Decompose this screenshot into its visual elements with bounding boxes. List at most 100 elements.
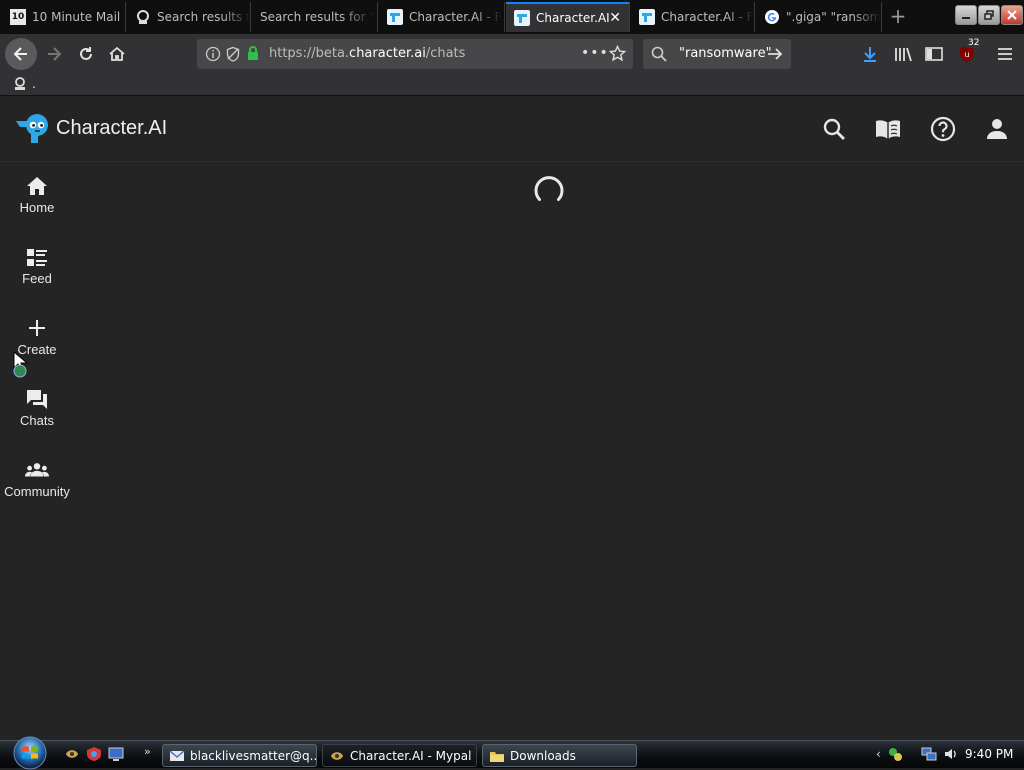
reload-icon xyxy=(80,47,92,60)
character-ai-logo-icon xyxy=(16,114,48,143)
tray-expand-icon[interactable]: ‹ xyxy=(876,747,881,761)
volume-tray-icon[interactable] xyxy=(943,746,959,762)
back-button[interactable] xyxy=(5,38,37,70)
taskbar-button-label: Character.AI - Mypal xyxy=(350,748,472,763)
svg-text:u: u xyxy=(964,50,969,59)
ten-minute-mail-favicon-icon: 10 xyxy=(10,9,26,25)
taskbar-button-email[interactable]: blacklivesmatter@q... xyxy=(162,744,317,767)
restore-button[interactable] xyxy=(978,5,1000,25)
forward-button[interactable] xyxy=(42,42,66,66)
help-icon xyxy=(930,116,956,142)
search-icon xyxy=(823,118,845,140)
info-icon[interactable] xyxy=(205,46,221,66)
window-controls xyxy=(955,5,1023,25)
feed-icon xyxy=(25,245,49,269)
bookmark-item[interactable]: . xyxy=(12,76,36,92)
bookmark-label: . xyxy=(32,77,36,91)
padlock-icon[interactable] xyxy=(246,45,260,65)
nav-item-chats[interactable]: Chats xyxy=(0,375,74,435)
account-button[interactable] xyxy=(983,115,1011,143)
chat-icon xyxy=(25,387,49,411)
nav-item-label: Feed xyxy=(22,271,52,286)
network-tray-icon[interactable] xyxy=(921,746,937,762)
home-button[interactable] xyxy=(105,42,129,66)
search-go-arrow-icon[interactable] xyxy=(767,46,783,66)
library-button[interactable] xyxy=(891,42,915,66)
nav-item-community[interactable]: Community xyxy=(0,446,74,506)
url-bar[interactable]: https://beta.character.ai/chats ••• xyxy=(197,39,633,69)
mouse-cursor-icon xyxy=(13,350,29,378)
start-button[interactable] xyxy=(10,736,50,770)
minimize-button[interactable] xyxy=(955,5,977,25)
tab-title: ".giga" "ransom xyxy=(786,10,881,24)
clock[interactable]: 9:40 PM xyxy=(965,747,1013,761)
back-arrow-icon xyxy=(13,47,27,61)
close-window-button[interactable] xyxy=(1001,5,1023,25)
community-icon xyxy=(25,458,49,482)
bookmarks-toolbar: . xyxy=(0,74,1024,96)
house-icon xyxy=(109,46,125,61)
tab-character-ai-2[interactable]: Character.AI - F xyxy=(631,2,755,32)
quick-launch xyxy=(64,746,124,762)
taskbar-button-downloads[interactable]: Downloads xyxy=(482,744,637,767)
tab-title: Character.AI - F xyxy=(661,10,754,24)
browser-quick-launch-icon[interactable] xyxy=(86,746,102,762)
close-tab-icon[interactable]: ✕ xyxy=(609,10,621,26)
page-content: Character.AI Home Feed Create Chats Comm… xyxy=(0,96,1024,740)
nav-item-home[interactable]: Home xyxy=(0,162,74,222)
google-favicon-icon xyxy=(764,9,780,25)
page-actions-icon[interactable]: ••• xyxy=(581,45,609,61)
tab-character-ai-1[interactable]: Character.AI - F xyxy=(379,2,505,32)
tab-search-results-2[interactable]: Search results for " xyxy=(252,2,378,32)
nav-item-label: Community xyxy=(4,484,70,499)
tracking-protection-icon[interactable] xyxy=(225,46,241,66)
tab-character-ai-active[interactable]: Character.AI ✕ xyxy=(506,2,630,32)
home-icon xyxy=(25,174,49,198)
tab-google-search[interactable]: ".giga" "ransom xyxy=(756,2,882,32)
windows-taskbar: » blacklivesmatter@q... Character.AI - M… xyxy=(0,740,1024,768)
mypal-quick-launch-icon[interactable] xyxy=(64,746,80,762)
url-text: https://beta.character.ai/chats xyxy=(269,46,465,61)
sidebar-icon xyxy=(925,47,943,61)
url-domain: character.ai xyxy=(349,46,426,61)
tab-title: 10 Minute Mail xyxy=(32,10,121,24)
taskbar-button-label: blacklivesmatter@q... xyxy=(190,748,317,763)
search-button[interactable] xyxy=(820,115,848,143)
app-header: Character.AI xyxy=(0,96,1024,162)
account-icon xyxy=(987,119,1007,139)
brand-logo-link[interactable]: Character.AI xyxy=(14,110,167,146)
hamburger-menu-icon xyxy=(998,48,1012,60)
nav-item-feed[interactable]: Feed xyxy=(0,233,74,293)
system-tray: ‹ xyxy=(876,746,959,762)
tab-title: Search results f xyxy=(157,10,250,24)
tab-10-minute-mail[interactable]: 10 10 Minute Mail xyxy=(2,2,126,32)
book-icon xyxy=(876,120,900,139)
search-favicon-icon xyxy=(135,9,151,25)
sidebar-toggle-button[interactable] xyxy=(922,42,946,66)
new-tab-button[interactable]: + xyxy=(884,4,912,30)
security-tray-icon[interactable] xyxy=(887,746,903,762)
show-desktop-icon[interactable] xyxy=(108,746,124,762)
ublock-count-badge: 32 xyxy=(966,38,982,48)
downloads-button[interactable] xyxy=(858,42,882,66)
nav-item-label: Chats xyxy=(20,413,54,428)
bookmark-star-icon[interactable] xyxy=(608,44,627,66)
tab-title: Character.AI - F xyxy=(409,10,502,24)
search-input[interactable]: "ransomware" xyxy=(679,46,772,61)
library-icon xyxy=(895,47,912,62)
taskbar-button-mypal[interactable]: Character.AI - Mypal xyxy=(322,744,477,767)
forward-arrow-icon xyxy=(48,47,62,61)
brand-name: Character.AI xyxy=(56,116,168,139)
plus-icon xyxy=(25,316,49,340)
reload-button[interactable] xyxy=(74,42,98,66)
guide-button[interactable] xyxy=(874,115,902,143)
tab-search-results-1[interactable]: Search results f xyxy=(127,2,251,32)
menu-button[interactable] xyxy=(993,42,1017,66)
help-button[interactable] xyxy=(929,115,957,143)
email-app-icon xyxy=(169,749,185,761)
quick-launch-overflow-icon[interactable]: » xyxy=(144,745,151,758)
tab-title: Search results for " xyxy=(260,10,375,24)
taskbar-button-label: Downloads xyxy=(510,748,576,763)
search-bar[interactable]: "ransomware" xyxy=(643,39,791,69)
search-icon xyxy=(651,46,667,66)
